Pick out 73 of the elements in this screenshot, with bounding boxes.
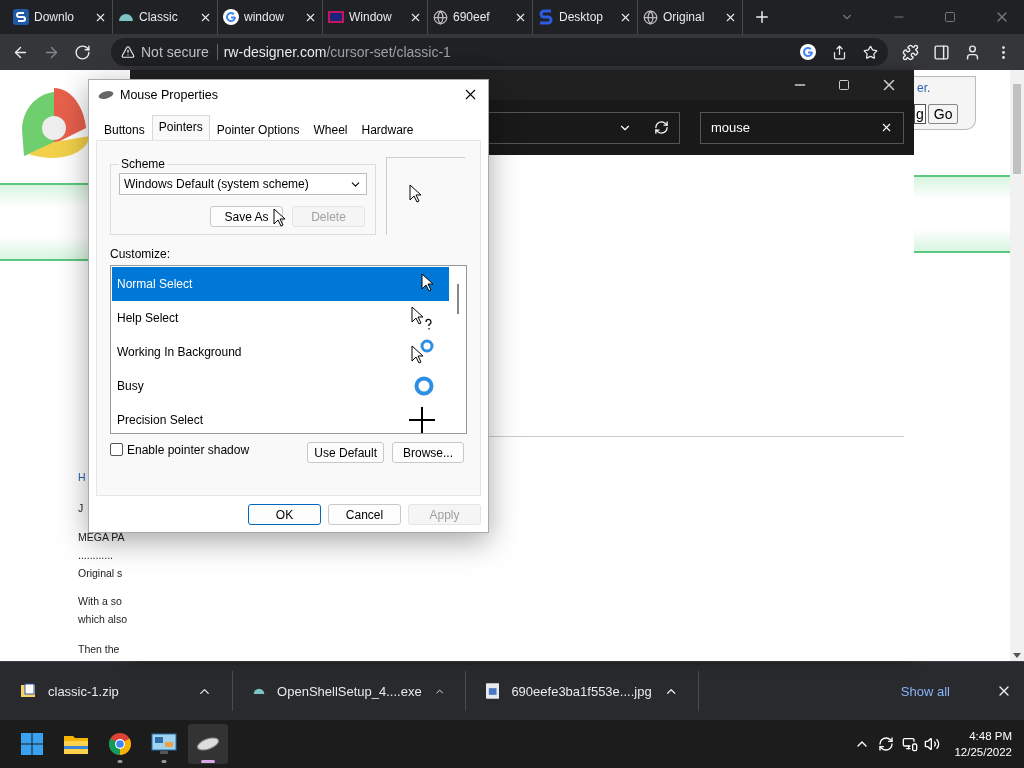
scrollbar-thumb[interactable] [1013, 84, 1021, 174]
chrome-icon[interactable] [109, 733, 131, 755]
page-text: which also [78, 612, 128, 626]
share-icon[interactable] [832, 44, 847, 60]
pointer-row[interactable]: Help Select [112, 301, 449, 335]
pointer-row[interactable]: Normal Select [112, 267, 449, 301]
profile-icon[interactable] [964, 43, 981, 61]
s-logo-icon [13, 9, 29, 25]
page-text: ............ [78, 548, 113, 562]
page-text: Then the [78, 642, 120, 656]
dialog-button[interactable]: Cancel [328, 504, 401, 525]
control-panel-icon[interactable] [151, 733, 177, 755]
security-label: Not secure [141, 44, 218, 60]
dialog-button[interactable]: OK [248, 504, 321, 525]
volume-icon[interactable] [924, 736, 941, 752]
help-pointer-icon [411, 306, 435, 330]
list-button[interactable]: Use Default [307, 442, 384, 463]
network-icon[interactable] [902, 736, 919, 752]
scheme-dropdown[interactable]: Windows Default (system scheme) [119, 173, 367, 195]
download-item[interactable]: OpenShellSetup_4....exe [233, 671, 466, 711]
globe-icon [643, 9, 658, 25]
busy-ring-icon [413, 375, 435, 397]
scrollbar[interactable] [1010, 70, 1024, 661]
page-text: With a so [78, 594, 122, 608]
working-pointer-icon [411, 339, 435, 365]
g-logo-icon [223, 9, 239, 25]
clear-icon[interactable] [880, 121, 893, 134]
dialog-tab[interactable]: Pointers [151, 115, 210, 140]
pointer-row[interactable]: Precision Select [112, 403, 449, 437]
s-logo-icon [538, 9, 554, 25]
page-link[interactable]: H [78, 470, 86, 484]
warning-icon [121, 45, 135, 59]
go-button[interactable]: Go [927, 104, 959, 124]
show-all-link[interactable]: Show all [900, 683, 950, 699]
restore-icon[interactable] [944, 11, 956, 23]
search-input[interactable]: g [914, 104, 926, 124]
sync-icon[interactable] [878, 736, 895, 752]
customize-label: Customize: [110, 247, 172, 261]
pointer-row[interactable]: Working In Background [112, 335, 449, 369]
address-bar[interactable]: Not secure rw-designer.com/cursor-set/classic-1 [111, 38, 888, 66]
page-text: MEGA PA [78, 530, 125, 544]
search-field[interactable]: mouse [700, 111, 904, 144]
zip-file-icon [20, 683, 36, 699]
refresh-icon[interactable] [654, 120, 669, 135]
download-item[interactable]: 690eefe3ba1f553e....jpg [466, 671, 699, 711]
reload-icon[interactable] [74, 43, 91, 61]
dialog-title: Mouse Properties [120, 87, 219, 102]
extensions-icon[interactable] [902, 43, 919, 61]
clock[interactable]: 4:48 PM 12/25/2022 [954, 728, 1012, 760]
mouse-icon [98, 89, 114, 100]
url-text: rw-designer.com/cursor-set/classic-1 [223, 44, 452, 60]
bookmark-star-icon[interactable] [863, 44, 878, 60]
download-item[interactable]: classic-1.zip [0, 671, 233, 711]
scheme-label: Scheme [120, 157, 167, 171]
pointer-row[interactable]: Busy [112, 369, 449, 403]
folder-icon[interactable] [64, 733, 88, 755]
scheme-button[interactable]: Save As [210, 206, 283, 227]
g-logo-icon [800, 44, 816, 60]
image-file-icon [486, 683, 500, 699]
list-button[interactable]: Browse... [392, 442, 464, 463]
side-panel-icon[interactable] [933, 43, 950, 61]
globe-icon [433, 9, 448, 25]
pointer-shadow-checkbox[interactable]: Enable pointer shadow [110, 442, 308, 457]
crosshair-icon [409, 407, 435, 433]
page-text: J [78, 501, 84, 515]
maximize-icon[interactable] [838, 79, 850, 91]
windows-start-icon[interactable] [21, 733, 43, 755]
mouse-icon[interactable] [196, 735, 220, 753]
page-text: Original s [78, 566, 123, 580]
new-tab-icon[interactable] [753, 8, 771, 26]
screen-icon [328, 9, 344, 25]
page-link[interactable]: er. [917, 81, 931, 95]
scrollbar-thumb[interactable] [456, 284, 459, 314]
